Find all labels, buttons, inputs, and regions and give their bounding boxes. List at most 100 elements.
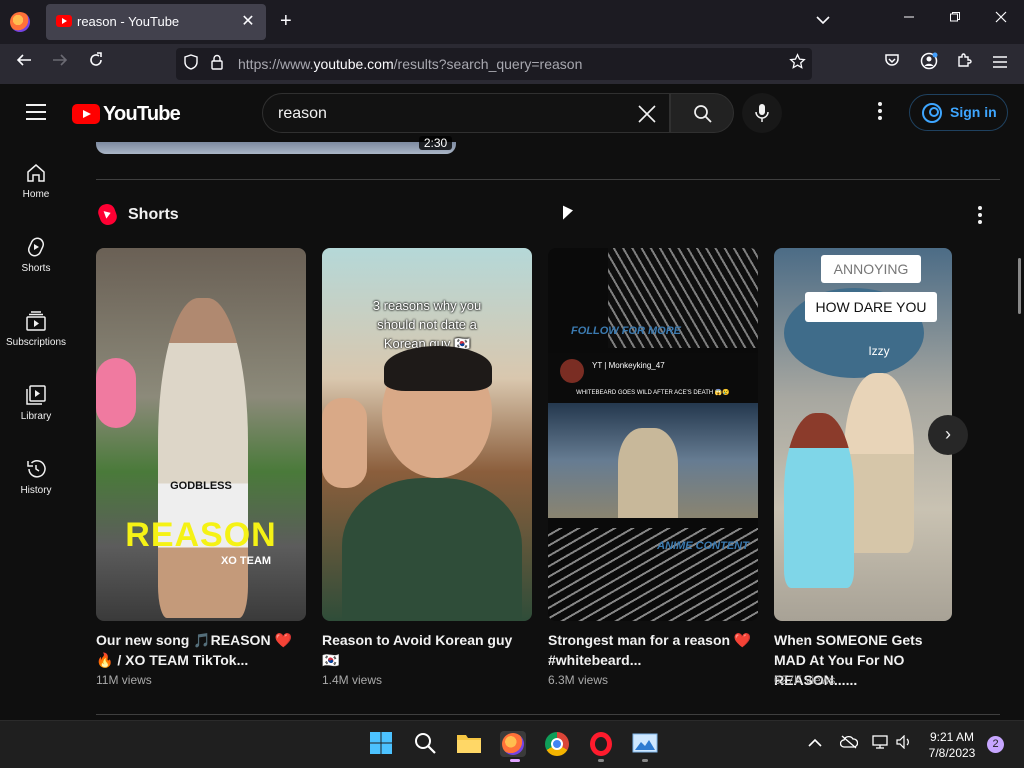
bookmark-star-icon[interactable] [789, 53, 806, 75]
youtube-logo-text: YouTube [103, 103, 181, 125]
list-all-tabs-chevron-icon[interactable] [816, 12, 830, 28]
short-thumbnail[interactable]: GODBLESS REASON XO TEAM [96, 248, 306, 621]
search-icon[interactable] [413, 731, 439, 757]
sidebar-item-history[interactable]: History [0, 438, 72, 512]
opera-icon[interactable] [588, 731, 614, 757]
account-icon[interactable] [917, 52, 941, 75]
opera-running-indicator [598, 759, 604, 762]
sidebar-label-subscriptions: Subscriptions [5, 337, 67, 348]
thumbnail-big-text: REASON [125, 516, 277, 554]
account-circle-icon [922, 103, 942, 123]
tab-title: reason - YouTube [77, 14, 180, 29]
tracking-protection-shield-icon[interactable] [184, 54, 198, 74]
close-window-icon[interactable] [986, 10, 1016, 28]
photos-running-indicator [642, 759, 648, 762]
video-duration-badge: 2:30 [419, 136, 452, 150]
browser-tab[interactable]: reason - YouTube ✕ [46, 4, 266, 40]
search-input[interactable]: reason [262, 93, 670, 133]
person-figure [158, 298, 248, 618]
back-arrow-icon[interactable] [12, 52, 36, 73]
clear-search-icon[interactable] [637, 98, 657, 131]
youtube-play-logo-icon [72, 104, 100, 124]
short-view-count: 627K views [774, 673, 836, 687]
browser-navigation-bar: https://www.youtube.com/results?search_q… [0, 44, 1024, 84]
avatar [560, 359, 584, 383]
onedrive-offline-icon[interactable] [839, 735, 859, 753]
short-thumbnail[interactable]: 3 reasons why you should not date a Kore… [322, 248, 532, 621]
firefox-taskbar-icon[interactable] [500, 731, 526, 757]
hair-figure [384, 346, 492, 391]
tab-close-icon[interactable]: ✕ [238, 11, 258, 31]
short-card[interactable]: ANNOYING HOW DARE YOU Izzy When SOMEONE … [774, 248, 952, 688]
sidebar-item-library[interactable]: Library [0, 364, 72, 438]
anime-scene [548, 403, 758, 518]
pocket-icon[interactable] [880, 52, 904, 73]
sidebar-label-shorts: Shorts [21, 263, 51, 274]
tweet-user: YT | Monkeyking_47 [592, 361, 665, 370]
new-tab-button[interactable]: + [280, 10, 292, 33]
reload-icon[interactable] [84, 52, 108, 73]
short-card[interactable]: FOLLOW FOR MORE YT | Monkeyking_47 WHITE… [548, 248, 758, 687]
short-title[interactable]: Strongest man for a reason ❤️ #whitebear… [548, 630, 753, 670]
short-card[interactable]: GODBLESS REASON XO TEAM Our new song 🎵RE… [96, 248, 306, 687]
search-button[interactable] [670, 93, 734, 133]
thumbnail-bottom-text: ANIME CONTENT [657, 540, 749, 552]
taskbar-clock-time[interactable]: 9:21 AM [926, 730, 978, 744]
shorts-shelf-menu-icon[interactable] [970, 206, 990, 224]
voice-search-button[interactable] [742, 93, 782, 133]
file-explorer-icon[interactable] [456, 731, 482, 757]
menu-hamburger-icon[interactable] [988, 52, 1012, 73]
url-domain: youtube.com [313, 56, 394, 72]
minimize-window-icon[interactable] [894, 10, 924, 28]
player-name: Izzy [868, 344, 890, 358]
shelf-next-arrow-icon[interactable]: › [928, 415, 968, 455]
thumbnail-top-text: FOLLOW FOR MORE [571, 325, 681, 337]
taskbar-clock-date[interactable]: 7/8/2023 [926, 746, 978, 760]
short-thumbnail[interactable]: FOLLOW FOR MORE YT | Monkeyking_47 WHITE… [548, 248, 758, 621]
youtube-header: YouTube reason Sign in [0, 84, 1024, 142]
sign-in-label: Sign in [950, 104, 997, 120]
windows-taskbar: 9:21 AM 7/8/2023 2 [0, 720, 1024, 768]
forward-arrow-icon[interactable] [48, 52, 72, 73]
previous-video-thumbnail[interactable] [96, 142, 456, 154]
settings-more-icon[interactable] [870, 102, 890, 124]
section-divider [96, 714, 1000, 715]
short-card[interactable]: 3 reasons why you should not date a Kore… [322, 248, 532, 687]
volume-icon[interactable] [896, 734, 912, 753]
notification-count-badge[interactable]: 2 [987, 736, 1004, 753]
sidebar-item-subscriptions[interactable]: Subscriptions [0, 290, 72, 364]
avatar-figure-left [784, 413, 854, 588]
sidebar-item-home[interactable]: Home [0, 142, 72, 216]
lock-icon[interactable] [210, 54, 224, 73]
restore-window-icon[interactable] [940, 10, 970, 28]
windows-start-icon[interactable] [369, 731, 395, 757]
tweet-caption: WHITEBEARD GOES WILD AFTER ACE'S DEATH 😱… [576, 390, 730, 396]
youtube-favicon-icon [56, 15, 72, 27]
home-icon [27, 164, 45, 182]
network-icon[interactable] [872, 735, 888, 753]
photos-app-icon[interactable] [632, 731, 658, 757]
short-thumbnail[interactable]: ANNOYING HOW DARE YOU Izzy [774, 248, 952, 621]
url-text[interactable]: https://www.youtube.com/results?search_q… [238, 56, 582, 72]
browser-tab-strip: reason - YouTube ✕ + [0, 0, 1024, 44]
short-title[interactable]: Our new song 🎵REASON ❤️🔥 / XO TEAM TikTo… [96, 630, 301, 670]
hand-figure [322, 398, 367, 488]
sidebar-label-library: Library [20, 411, 52, 422]
show-hidden-icons-chevron-icon[interactable] [808, 735, 822, 752]
history-icon [27, 460, 46, 478]
address-bar[interactable]: https://www.youtube.com/results?search_q… [176, 48, 812, 80]
short-title[interactable]: Reason to Avoid Korean guy 🇰🇷 [322, 630, 527, 670]
youtube-mini-guide: Home Shorts Subscriptions Library Histor… [0, 142, 72, 718]
guide-menu-icon[interactable] [26, 104, 46, 120]
sign-in-button[interactable]: Sign in [909, 94, 1008, 131]
url-path: /results?search_query=reason [393, 56, 583, 72]
page-scrollbar[interactable] [1018, 258, 1021, 314]
extensions-puzzle-icon[interactable] [952, 52, 976, 73]
thumbnail-caption: 3 reasons why you should not date a Kore… [372, 298, 482, 351]
flamingo-floatie [96, 358, 136, 428]
sidebar-item-shorts[interactable]: Shorts [0, 216, 72, 290]
chrome-icon[interactable] [544, 731, 570, 757]
short-view-count: 1.4M views [322, 673, 383, 687]
firefox-icon[interactable] [10, 12, 30, 32]
thumbnail-mid-label: HOW DARE YOU [805, 292, 937, 322]
